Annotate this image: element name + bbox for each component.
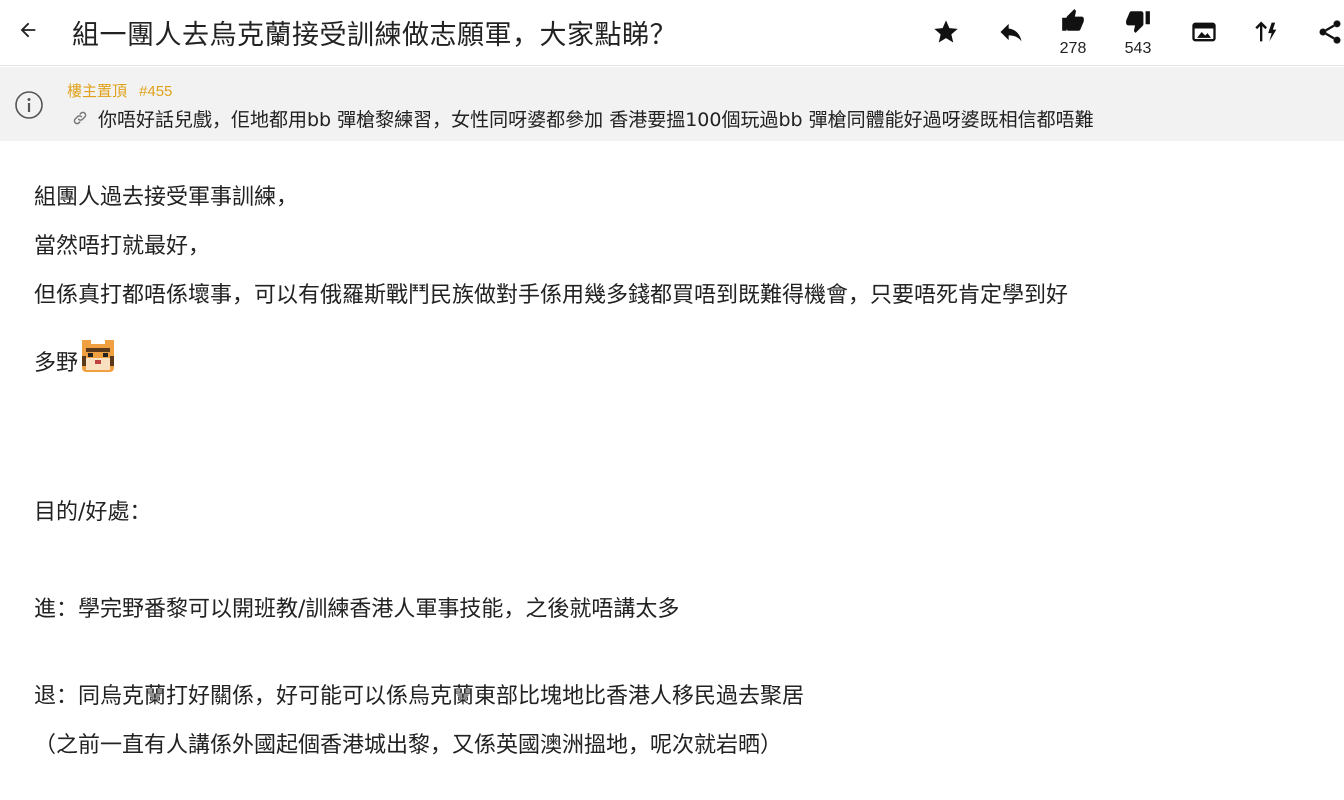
post-line: 退：同烏克蘭打好關係，好可能可以係烏克蘭東部比塊地比香港人移民過去聚居 [34, 684, 805, 709]
post-line-with-emoji: 多野 [34, 336, 1324, 384]
share-icon [1319, 20, 1341, 44]
pinned-meta: 樓主置頂 #455 [67, 80, 172, 101]
bookmark-button[interactable] [932, 18, 960, 46]
link-icon [72, 110, 90, 130]
pinned-message: 你唔好話兒戲，佢地都用bb 彈槍黎練習，女性同呀婆都參加 香港要搵100個玩過b… [98, 109, 1094, 131]
pinned-label: 樓主置頂 [67, 83, 128, 100]
image-mode-icon [1192, 22, 1216, 42]
post-content: 組團人過去接受軍事訓練， 當然唔打就最好， 但係真打都唔係壞事，可以有俄羅斯戰鬥… [34, 178, 1324, 766]
post-line: 進：學完野番黎可以開班教/訓練香港人軍事技能，之後就唔講太多 [34, 597, 680, 622]
reply-button[interactable] [997, 18, 1025, 46]
reply-icon [1000, 23, 1022, 42]
like-button[interactable]: 278 [1059, 8, 1087, 58]
post-line: 組團人過去接受軍事訓練， [34, 185, 299, 210]
thumbs-down-icon [1126, 11, 1150, 33]
info-icon [15, 91, 43, 119]
pinned-text[interactable]: 你唔好話兒戲，佢地都用bb 彈槍黎練習，女性同呀婆都參加 香港要搵100個玩過b… [72, 105, 1094, 132]
back-button[interactable] [14, 16, 42, 44]
post-line: 但係真打都唔係壞事，可以有俄羅斯戰鬥民族做對手係用幾多錢都買唔到既難得機會，只要… [34, 283, 1069, 308]
arrow-left-icon [20, 22, 36, 38]
star-icon [934, 20, 958, 43]
thumbs-up-icon [1062, 9, 1084, 31]
dislike-count: 543 [1124, 40, 1152, 57]
sort-icon [1255, 21, 1277, 42]
share-button[interactable] [1316, 18, 1344, 46]
thread-title: 組一團人去烏克蘭接受訓練做志願軍，大家點睇？ [72, 20, 677, 51]
tiger-emoji-icon [82, 340, 115, 372]
post-line: 目的/好處： [34, 500, 152, 525]
pinned-post-number[interactable]: #455 [139, 83, 172, 100]
post-line: 當然唔打就最好， [34, 234, 211, 259]
top-bar: 組一團人去烏克蘭接受訓練做志願軍，大家點睇？ 278 543 [0, 0, 1344, 66]
image-mode-button[interactable] [1190, 18, 1218, 46]
dislike-button[interactable]: 543 [1124, 8, 1152, 58]
post-line: （之前一直有人講係外國起個香港城出黎，又係英國澳洲搵地，呢次就岩晒） [34, 733, 783, 758]
like-count: 278 [1059, 40, 1087, 57]
sort-button[interactable] [1253, 18, 1281, 46]
post-text: 多野 [34, 351, 79, 376]
